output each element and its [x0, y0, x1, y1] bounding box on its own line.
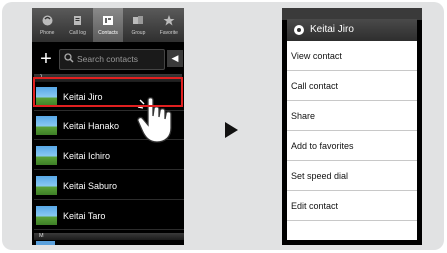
menu-item-label: Call contact	[291, 81, 339, 91]
menu-item-edit-contact[interactable]: Edit contact	[287, 191, 417, 221]
tab-contacts[interactable]: Contacts	[92, 8, 124, 42]
contact-photo	[36, 241, 55, 245]
tab-label: Call log	[69, 29, 86, 36]
menu-item-set-speed-dial[interactable]: Set speed dial	[287, 161, 417, 191]
contacts-screen: Phone Call log Contacts Group Favorite +…	[32, 8, 184, 245]
contacts-icon	[102, 15, 114, 27]
menu-item-share[interactable]: Share	[287, 101, 417, 131]
contact-context-menu: Keitai Jiro View contact Call contact Sh…	[287, 19, 417, 240]
phone-icon	[41, 15, 53, 27]
contact-row[interactable]: Keitai Ichiro	[34, 142, 184, 170]
tab-label: Phone	[39, 29, 55, 36]
search-icon	[64, 53, 74, 63]
menu-item-label: Share	[291, 111, 316, 121]
menu-item-call-contact[interactable]: Call contact	[287, 71, 417, 101]
menu-item-label: View contact	[291, 51, 342, 61]
group-icon	[132, 15, 144, 27]
search-input[interactable]: Search contacts	[59, 49, 165, 70]
selected-contact-highlight	[33, 77, 183, 107]
arrow-left-icon[interactable]: ◀	[167, 50, 183, 67]
illustration-frame: Phone Call log Contacts Group Favorite +…	[2, 2, 444, 250]
menu-item-label: Set speed dial	[291, 171, 349, 181]
contact-photo	[36, 116, 57, 135]
contact-name: Keitai Saburo	[63, 181, 118, 191]
menu-item-label: Edit contact	[291, 201, 339, 211]
contact-name: Keitai Hanako	[63, 121, 120, 131]
tab-phone[interactable]: Phone	[32, 8, 62, 42]
tab-favorite[interactable]: Favorite	[154, 8, 184, 42]
add-contact-button[interactable]: +	[36, 49, 56, 69]
search-placeholder: Search contacts	[77, 54, 138, 64]
menu-item-label: Add to favorites	[291, 141, 354, 151]
contact-row[interactable]: Keitai Saburo	[34, 172, 184, 200]
contact-icon	[294, 25, 304, 35]
contact-name: Keitai Ichiro	[63, 151, 111, 161]
contact-photo	[36, 176, 57, 195]
contact-row[interactable]: Keitai Taro	[34, 202, 184, 230]
contact-photo	[36, 146, 57, 165]
tab-bar: Phone Call log Contacts Group Favorite	[32, 8, 184, 42]
contact-name: Keitai Taro	[63, 211, 106, 221]
tab-group[interactable]: Group	[123, 8, 153, 42]
contact-photo	[36, 206, 57, 225]
menu-item-add-to-favorites[interactable]: Add to favorites	[287, 131, 417, 161]
call-log-icon	[72, 15, 84, 27]
arrow-right-icon	[225, 122, 238, 138]
tab-label: Contacts	[98, 29, 118, 36]
section-header-m: M	[34, 233, 184, 240]
tab-label: Group	[131, 29, 146, 36]
menu-item-view-contact[interactable]: View contact	[287, 41, 417, 71]
menu-title: Keitai Jiro	[310, 24, 354, 35]
star-icon	[163, 15, 175, 27]
menu-header: Keitai Jiro	[287, 19, 417, 41]
context-menu-screen: Keitai Jiro View contact Call contact Sh…	[282, 8, 422, 245]
tab-label: Favorite	[159, 29, 178, 36]
tab-call-log[interactable]: Call log	[62, 8, 92, 42]
